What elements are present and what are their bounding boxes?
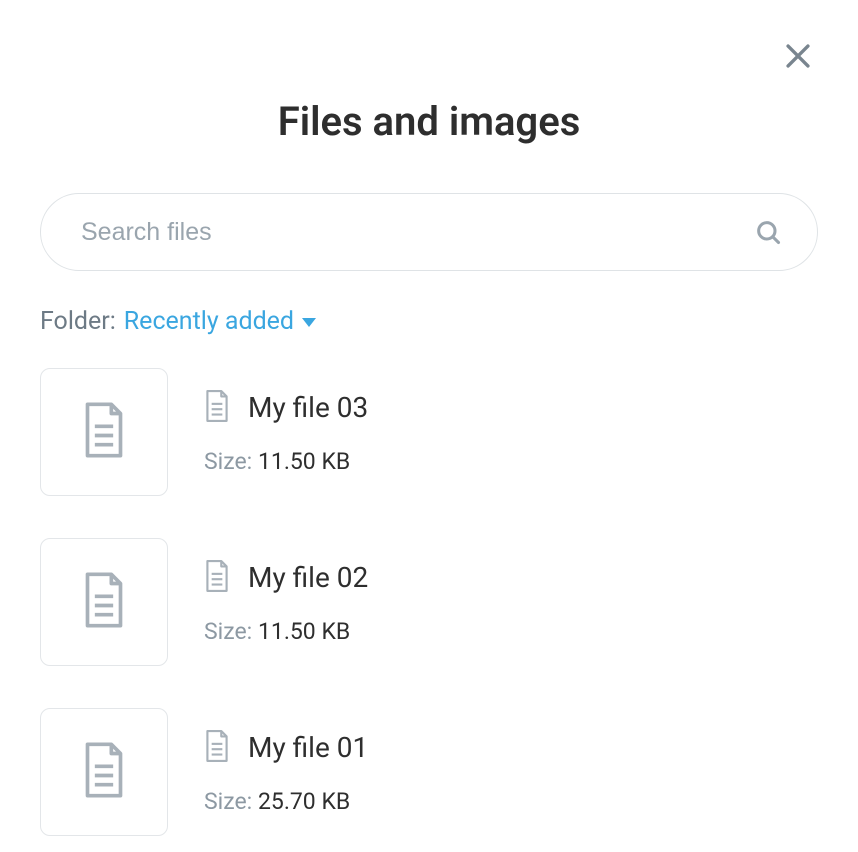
document-icon	[204, 390, 230, 426]
document-icon	[82, 402, 126, 462]
size-label: Size:	[204, 788, 252, 815]
file-item[interactable]: My file 03 Size: 11.50 KB	[40, 368, 818, 496]
page-title: Files and images	[40, 98, 818, 145]
folder-filter-row: Folder: Recently added	[40, 307, 818, 336]
folder-label: Folder:	[40, 307, 116, 336]
document-icon	[82, 572, 126, 632]
file-name: My file 01	[248, 731, 368, 764]
file-thumbnail	[40, 368, 168, 496]
search-input[interactable]	[40, 193, 818, 271]
file-name-row: My file 02	[204, 560, 368, 596]
file-size-row: Size: 11.50 KB	[204, 618, 368, 645]
file-list: My file 03 Size: 11.50 KB	[40, 368, 818, 836]
caret-down-icon	[302, 318, 316, 327]
file-meta: My file 02 Size: 11.50 KB	[204, 560, 368, 645]
size-label: Size:	[204, 618, 252, 645]
file-item[interactable]: My file 02 Size: 11.50 KB	[40, 538, 818, 666]
close-icon	[781, 39, 815, 77]
file-thumbnail	[40, 708, 168, 836]
file-size-row: Size: 25.70 KB	[204, 788, 368, 815]
document-icon	[204, 560, 230, 596]
file-name-row: My file 03	[204, 390, 368, 426]
search-icon	[754, 218, 782, 246]
size-value: 25.70 KB	[258, 788, 350, 815]
file-thumbnail	[40, 538, 168, 666]
file-name-row: My file 01	[204, 730, 368, 766]
close-button[interactable]	[778, 38, 818, 78]
size-value: 11.50 KB	[258, 448, 350, 475]
file-name: My file 02	[248, 561, 368, 594]
search-wrapper	[40, 193, 818, 271]
size-label: Size:	[204, 448, 252, 475]
file-item[interactable]: My file 01 Size: 25.70 KB	[40, 708, 818, 836]
document-icon	[82, 742, 126, 802]
document-icon	[204, 730, 230, 766]
file-meta: My file 01 Size: 25.70 KB	[204, 730, 368, 815]
file-name: My file 03	[248, 391, 368, 424]
folder-selected-value: Recently added	[124, 307, 294, 336]
file-meta: My file 03 Size: 11.50 KB	[204, 390, 368, 475]
folder-select[interactable]: Recently added	[124, 307, 316, 336]
size-value: 11.50 KB	[258, 618, 350, 645]
file-size-row: Size: 11.50 KB	[204, 448, 368, 475]
